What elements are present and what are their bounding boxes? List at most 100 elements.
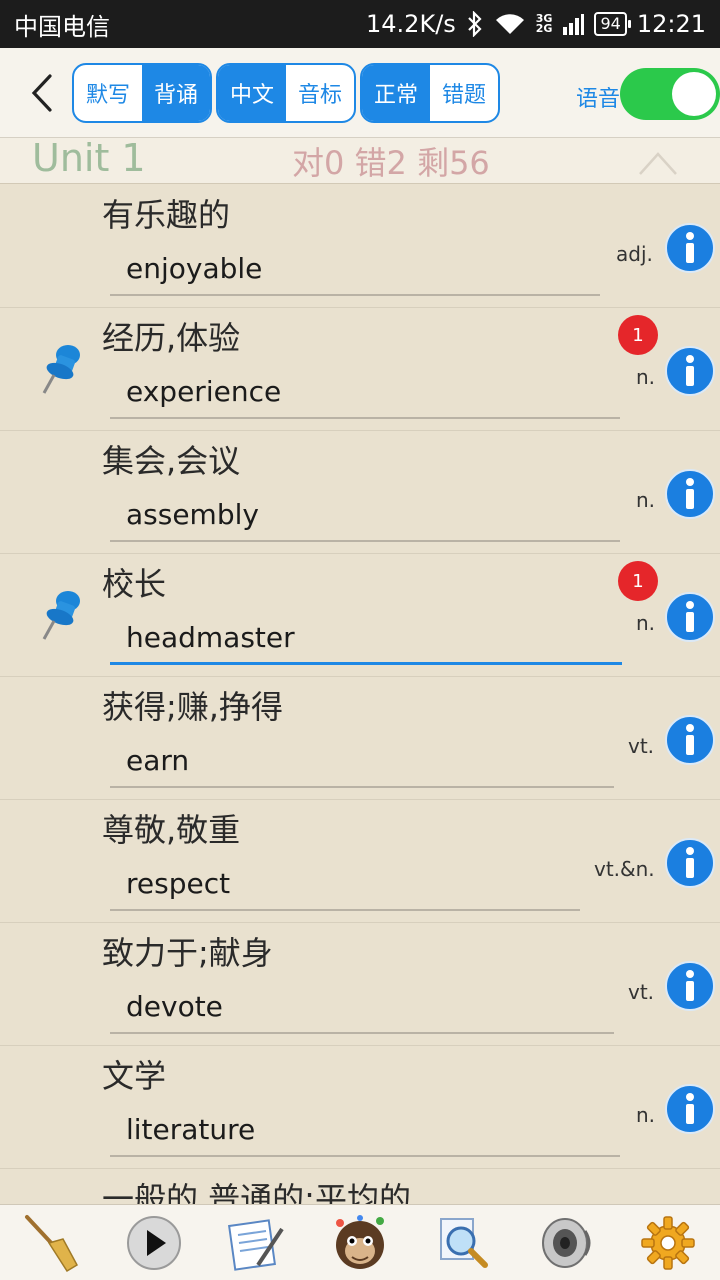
clear-button[interactable] xyxy=(19,1211,83,1275)
top-toolbar: 默写 背诵 中文 音标 正常 错题 语音 xyxy=(0,48,720,138)
part-of-speech: n. xyxy=(636,488,656,512)
info-icon[interactable] xyxy=(664,837,716,889)
word-answer-input[interactable]: devote xyxy=(126,990,223,1023)
display-segment: 中文 音标 xyxy=(216,63,356,123)
net-bottom-label: 2G xyxy=(535,22,553,35)
error-count-badge: 1 xyxy=(618,315,658,355)
wifi-icon xyxy=(494,12,526,36)
carrier-label: 中国电信 xyxy=(14,12,110,41)
phonetic-tab[interactable]: 音标 xyxy=(286,65,354,121)
network-speed: 14.2K/s xyxy=(366,10,456,38)
broom-icon xyxy=(25,1214,79,1272)
error-count-badge: 1 xyxy=(618,561,658,601)
dictation-tab[interactable]: 默写 xyxy=(74,65,142,121)
chevron-up-icon[interactable] xyxy=(638,148,678,178)
magnifier-icon xyxy=(439,1217,488,1268)
word-answer-input[interactable]: headmaster xyxy=(126,621,295,654)
info-icon[interactable] xyxy=(664,222,716,274)
filter-segment: 正常 错题 xyxy=(360,63,500,123)
monkey-icon xyxy=(335,1214,384,1269)
part-of-speech: vt. xyxy=(628,980,655,1004)
input-underline xyxy=(110,1155,620,1157)
input-underline xyxy=(110,417,620,419)
word-answer-input[interactable]: assembly xyxy=(126,498,259,531)
mascot-button[interactable] xyxy=(328,1211,392,1275)
word-meaning: 经历,体验 xyxy=(102,319,241,357)
gear-icon xyxy=(641,1215,696,1270)
pin-icon[interactable] xyxy=(38,341,86,397)
word-meaning: 获得;赚,挣得 xyxy=(102,688,283,726)
word-row: 有乐趣的 enjoyable adj. xyxy=(0,184,720,308)
word-row: 致力于;献身 devote vt. xyxy=(0,922,720,1046)
wrong-words-tab[interactable]: 错题 xyxy=(430,65,498,121)
search-button[interactable] xyxy=(431,1211,495,1275)
input-underline-active xyxy=(110,662,622,665)
status-bar: 中国电信 14.2K/s 3G 2G 94 12:21 xyxy=(0,0,720,48)
notepad-icon xyxy=(228,1218,284,1271)
audio-button[interactable] xyxy=(534,1211,598,1275)
word-row: 尊敬,敬重 respect vt.&n. xyxy=(0,799,720,923)
word-meaning: 有乐趣的 xyxy=(102,196,231,234)
word-list: 有乐趣的 enjoyable adj. 经历,体验 experience 1 n… xyxy=(0,184,720,1204)
input-underline xyxy=(110,909,580,911)
play-icon xyxy=(127,1215,182,1270)
input-underline xyxy=(110,1032,614,1034)
word-answer-input[interactable]: respect xyxy=(126,867,230,900)
play-button[interactable] xyxy=(122,1211,186,1275)
unit-header: Unit 1 对0 错2 剩56 xyxy=(0,136,720,184)
status-icons: 14.2K/s 3G 2G 94 12:21 xyxy=(366,10,706,38)
word-meaning: 校长 xyxy=(102,565,167,603)
info-icon[interactable] xyxy=(664,468,716,520)
mobile-network-indicator: 3G 2G xyxy=(535,13,553,35)
chinese-tab[interactable]: 中文 xyxy=(218,65,286,121)
info-icon[interactable] xyxy=(664,345,716,397)
word-row: 文学 literature n. xyxy=(0,1045,720,1169)
bluetooth-icon xyxy=(466,11,484,37)
info-icon[interactable] xyxy=(664,591,716,643)
word-row: 一般的,普通的;平均的 xyxy=(0,1168,720,1204)
part-of-speech: n. xyxy=(636,1103,656,1127)
info-icon[interactable] xyxy=(664,714,716,766)
notes-button[interactable] xyxy=(225,1211,289,1275)
pin-icon[interactable] xyxy=(38,587,86,643)
word-row: 集会,会议 assembly n. xyxy=(0,430,720,554)
info-icon[interactable] xyxy=(664,960,716,1012)
toggle-knob xyxy=(672,72,716,116)
word-meaning: 集会,会议 xyxy=(102,442,241,480)
part-of-speech: n. xyxy=(636,611,656,635)
input-underline xyxy=(110,540,620,542)
word-answer-input[interactable]: enjoyable xyxy=(126,252,262,285)
speaker-icon xyxy=(541,1217,591,1268)
word-meaning: 文学 xyxy=(102,1057,167,1095)
mode-segment: 默写 背诵 xyxy=(72,63,212,123)
word-meaning: 尊敬,敬重 xyxy=(102,811,241,849)
normal-tab[interactable]: 正常 xyxy=(362,65,430,121)
word-answer-input[interactable]: literature xyxy=(126,1113,255,1146)
recite-tab[interactable]: 背诵 xyxy=(142,65,210,121)
chevron-left-icon xyxy=(31,74,52,112)
word-row: 校长 headmaster 1 n. xyxy=(0,553,720,677)
voice-toggle[interactable] xyxy=(620,68,720,120)
clock: 12:21 xyxy=(636,10,706,38)
signal-icon xyxy=(562,13,585,35)
settings-button[interactable] xyxy=(636,1211,700,1275)
unit-stats: 对0 错2 剩56 xyxy=(292,144,490,182)
part-of-speech: vt.&n. xyxy=(594,857,655,881)
input-underline xyxy=(110,294,600,296)
word-meaning: 一般的,普通的;平均的 xyxy=(102,1180,411,1204)
battery-indicator: 94 xyxy=(594,12,632,36)
word-row: 经历,体验 experience 1 n. xyxy=(0,307,720,431)
word-row: 获得;赚,挣得 earn vt. xyxy=(0,676,720,800)
info-icon[interactable] xyxy=(664,1083,716,1135)
word-meaning: 致力于;献身 xyxy=(102,934,273,972)
word-answer-input[interactable]: earn xyxy=(126,744,189,777)
voice-label: 语音 xyxy=(576,87,621,112)
part-of-speech: vt. xyxy=(628,734,655,758)
bottom-toolbar xyxy=(0,1204,720,1280)
part-of-speech: n. xyxy=(636,365,656,389)
word-answer-input[interactable]: experience xyxy=(126,375,281,408)
input-underline xyxy=(110,786,614,788)
back-button[interactable] xyxy=(22,70,62,116)
part-of-speech: adj. xyxy=(616,242,653,266)
unit-title: Unit 1 xyxy=(32,136,146,180)
